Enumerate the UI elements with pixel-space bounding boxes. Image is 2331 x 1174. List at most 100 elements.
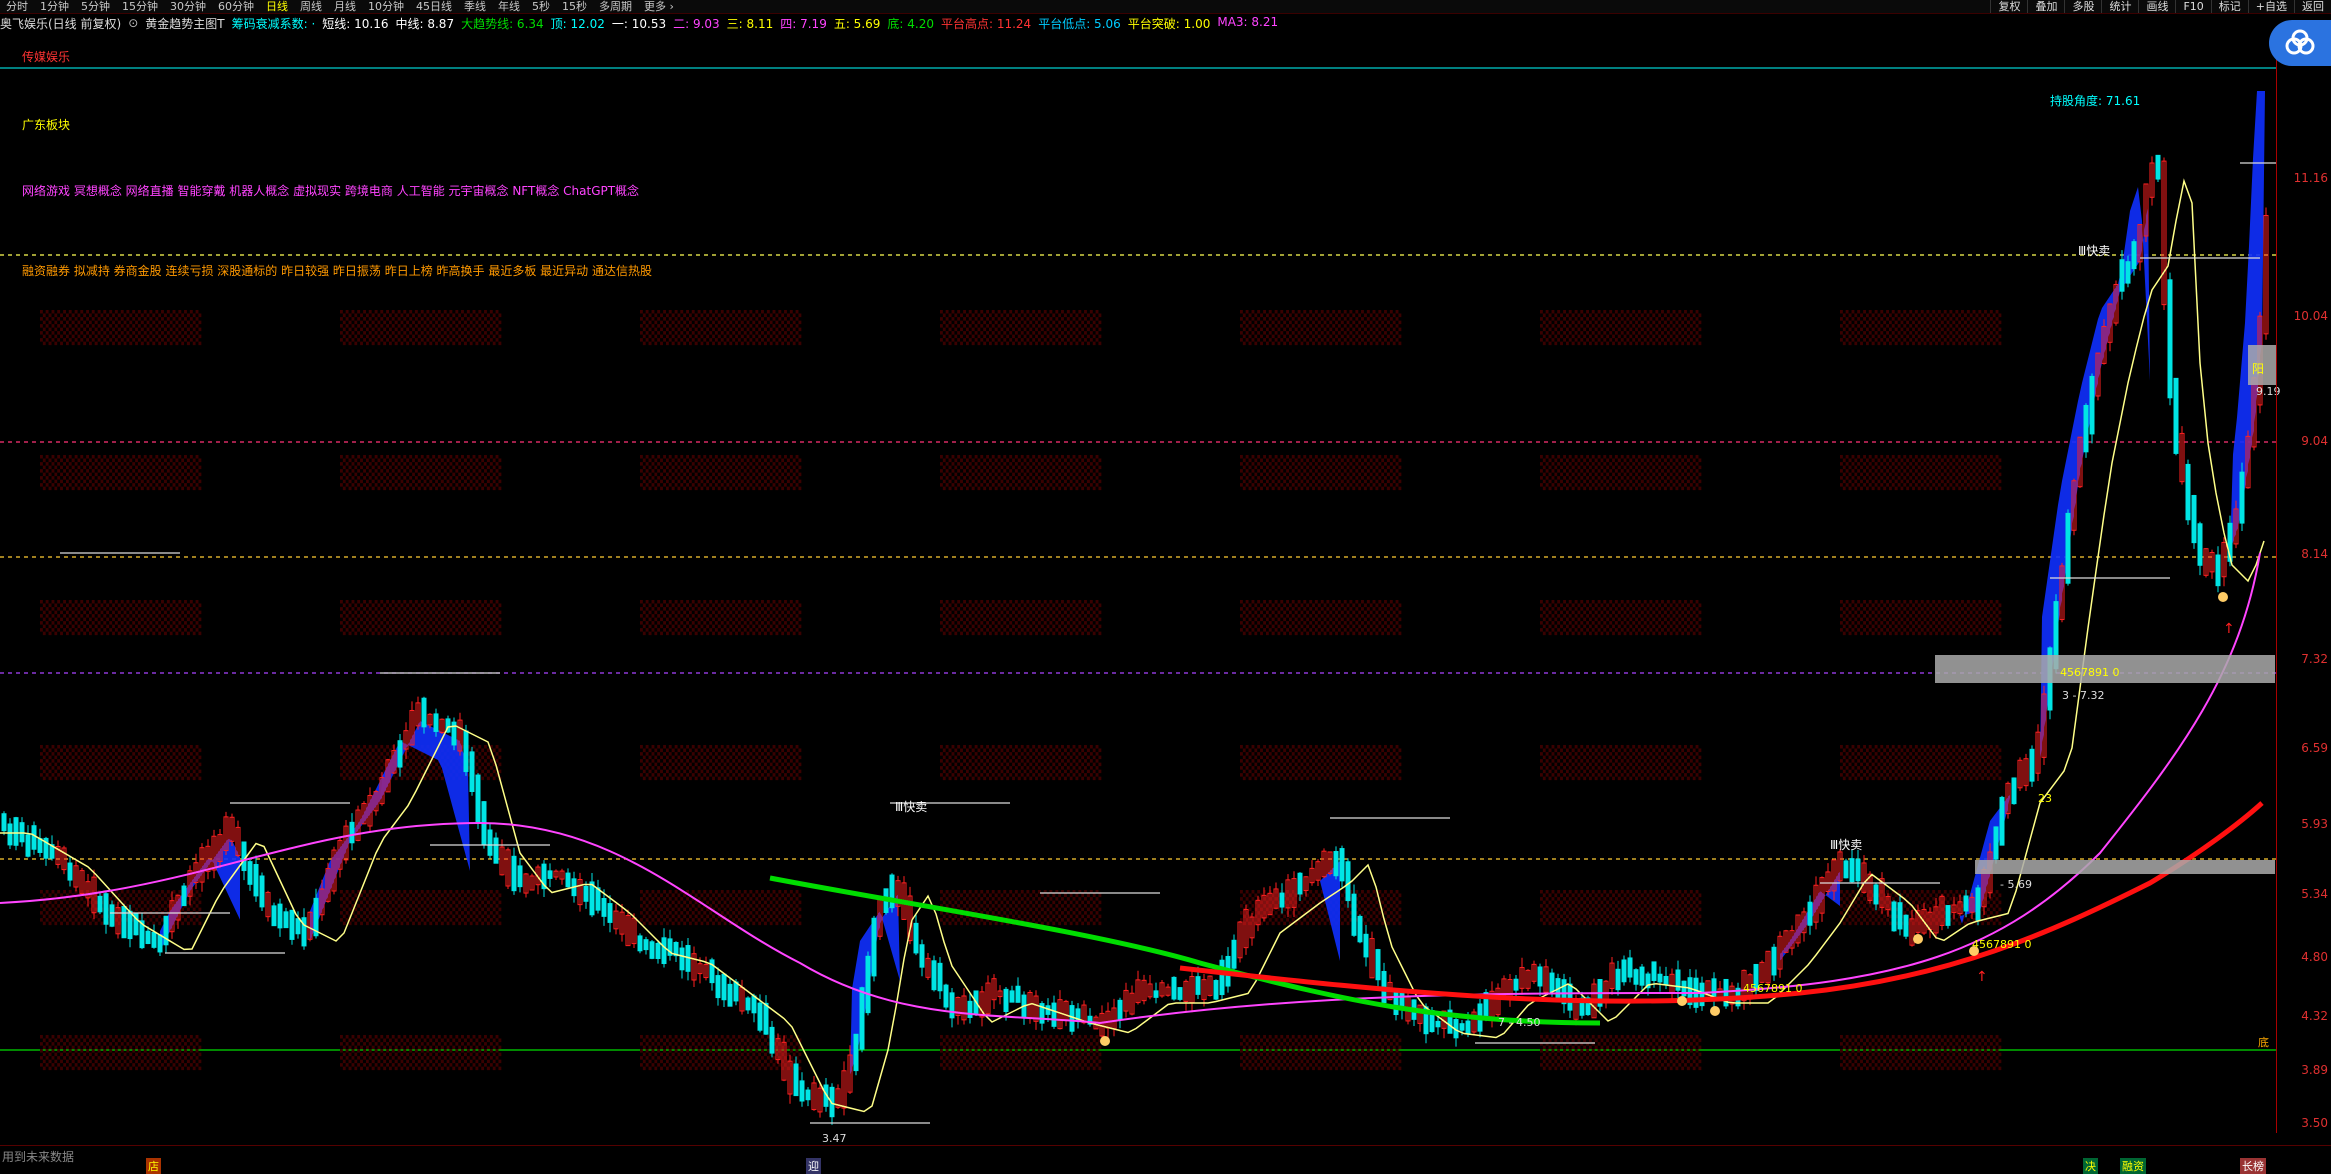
event-flag[interactable]: 长榜 [2240,1158,2266,1174]
toolbar-button[interactable]: 画线 [2138,0,2175,13]
candle-body [2197,523,2203,566]
candle-body [733,981,739,1002]
money-bag-icon [1677,996,1687,1006]
candle-body [2239,471,2245,524]
period-tab[interactable]: 更多 › [638,0,680,13]
event-flag[interactable]: 决 [2083,1158,2098,1174]
period-tab[interactable]: 多周期 [593,0,638,13]
watermark: ▒▒▒▒▒▒▒ [40,1035,202,1071]
candle-body [595,887,601,911]
candle-body [1945,905,1951,926]
watermark: ▒▒▒▒▒▒▒ [640,1035,802,1071]
candle-body [151,931,157,948]
toolbar-button[interactable]: 统计 [2101,0,2138,13]
toolbar-button[interactable]: 多股 [2064,0,2101,13]
candle-body [145,930,151,945]
money-bag-icon [1100,1036,1110,1046]
candle-body [295,918,301,935]
price-tick: 5.34 [2301,887,2328,901]
candle-body [97,895,103,913]
indicator-name[interactable]: 黄金趋势主图T [145,15,224,32]
candle-body [937,962,943,992]
period-tab[interactable]: 分时 [0,0,34,13]
period-tab[interactable]: 5分钟 [75,0,116,13]
candle-body [247,861,253,885]
period-tab[interactable]: 1分钟 [34,0,75,13]
candle-body [649,941,655,959]
event-flag[interactable]: 迎 [806,1158,821,1174]
candle-body [1963,895,1969,912]
period-tab[interactable]: 月线 [328,0,362,13]
watermark: ▒▒▒▒▒▒▒ [40,600,202,636]
candle-body [1351,893,1357,936]
candle-body [943,984,949,1008]
candle-body [2089,375,2095,435]
candle-body [1279,892,1285,908]
period-tab[interactable]: 15分钟 [116,0,164,13]
period-tab[interactable]: 5秒 [526,0,556,13]
period-tab[interactable]: 10分钟 [362,0,410,13]
candle-body [1567,983,1573,1011]
toolbar-button[interactable]: 返回 [2294,0,2331,13]
candle-body [1771,946,1777,976]
money-bag-icon [1913,934,1923,944]
indicator-value: 四: 7.19 [780,16,827,31]
period-tab[interactable]: 60分钟 [212,0,260,13]
watermark: ▒▒▒▒▒▒▒ [1540,1035,1702,1071]
period-tab[interactable]: 周线 [294,0,328,13]
period-tab[interactable]: 年线 [492,0,526,13]
candle-body [1651,961,1657,982]
candle-body [1537,966,1543,987]
event-flag[interactable]: 融资 [2120,1158,2146,1174]
watermark: ▒▒▒▒▒▒▒ [940,745,1102,781]
candle-body [1663,975,1669,985]
candle-body [2029,748,2035,782]
candle-body [1807,901,1813,926]
toolbar-button[interactable]: +自选 [2247,0,2294,13]
up-arrow-icon: ↑ [2223,621,2235,637]
price-tick: 8.14 [2301,547,2328,561]
event-flag[interactable]: 店 [146,1158,161,1174]
price-tick: 4.80 [2301,950,2328,964]
indicator-value: 底: 4.20 [887,16,934,31]
period-tab[interactable]: 季线 [458,0,492,13]
candle-body [19,822,25,843]
indicator-value: 顶: 12.02 [550,16,605,31]
watermark: ▒▒▒▒▒▒▒ [1540,455,1702,491]
period-tab[interactable]: 30分钟 [164,0,212,13]
candle-body [1009,990,1015,1003]
candle-body [1393,989,1399,1016]
hold-angle-label: 持股角度: 71.61 [2050,94,2141,108]
candle-body [2185,463,2191,521]
toolbar-button[interactable]: 复权 [1990,0,2027,13]
candle-body [751,995,757,1014]
stock-title[interactable]: 奥飞娱乐(日线 前复权) [0,15,121,32]
watermark: ▒▒▒▒▒▒▒ [1540,600,1702,636]
candle-body [637,935,643,952]
watermark: ▒▒▒▒▒▒▒ [1840,310,2002,346]
chip-coefficient: 筹码衰减系数: · [231,16,316,31]
candlestick-chart[interactable]: ▒▒▒▒▒▒▒ ▒▒▒▒▒▒▒ ▒▒▒▒▒▒▒ ▒▒▒▒▒▒▒ ▒▒▒▒▒▒▒ ▒▒▒▒▒… [0,33,2276,1133]
watermark: ▒▒▒▒▒▒▒ [1240,455,1402,491]
price-tick: 9.04 [2301,434,2328,448]
candle-body [715,975,721,999]
cloud-icon [2285,29,2315,55]
price-tick: 7.32 [2301,652,2328,666]
toolbar-button[interactable]: F10 [2175,0,2210,13]
candle-body [1699,982,1705,1007]
watermark: ▒▒▒▒▒▒▒ [1840,600,2002,636]
cloud-button[interactable] [2269,20,2331,66]
period-tab[interactable]: 45日线 [410,0,458,13]
candle-body [547,870,553,879]
period-tab[interactable]: 日线 [260,0,294,13]
candle-body [1,813,7,832]
candle-body [1435,1020,1441,1028]
candle-body [253,864,259,897]
period-tab[interactable]: 15秒 [556,0,593,13]
indicator-settings-icon[interactable]: ⊙ [128,16,138,30]
toolbar-button[interactable]: 叠加 [2027,0,2064,13]
candle-body [1639,966,1645,986]
watermark: ▒▒▒▒▒▒▒ [640,310,802,346]
digit-fragment: 23 [2038,792,2052,805]
toolbar-button[interactable]: 标记 [2210,0,2248,13]
